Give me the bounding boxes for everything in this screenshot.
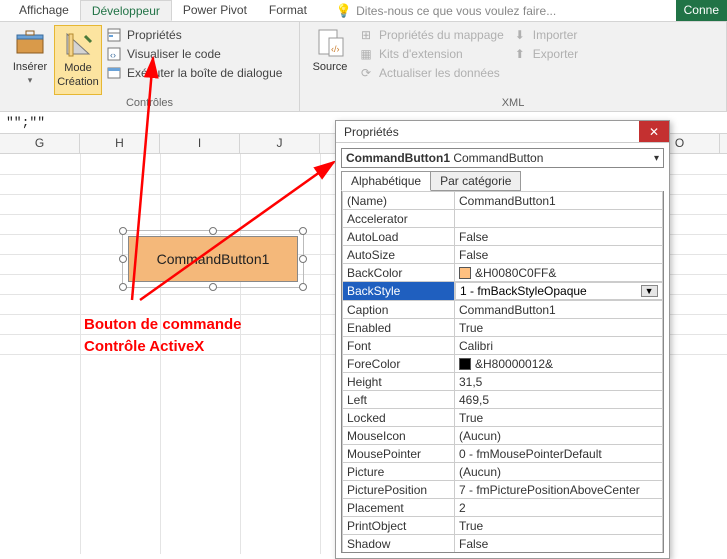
refresh-label: Actualiser les données xyxy=(379,66,500,80)
chevron-down-icon: ▾ xyxy=(654,153,659,164)
expansion-kits-button[interactable]: ▦ Kits d'extension xyxy=(358,46,504,62)
color-swatch xyxy=(459,267,471,279)
kits-icon: ▦ xyxy=(358,46,374,62)
prop-row: ShadowFalse xyxy=(343,535,663,553)
source-button[interactable]: ‹/› Source xyxy=(306,25,354,95)
prop-row: PrintObjectTrue xyxy=(343,517,663,535)
group-xml-label: XML xyxy=(306,95,720,109)
export-button[interactable]: ⬆ Exporter xyxy=(512,46,578,62)
xml-source-icon: ‹/› xyxy=(314,27,346,59)
tab-powerpivot[interactable]: Power Pivot xyxy=(172,0,258,21)
object-name: CommandButton1 xyxy=(346,151,450,165)
tell-me-search[interactable]: 💡 Dites-nous ce que vous voulez faire... xyxy=(336,0,556,21)
map-props-icon: ⊞ xyxy=(358,27,374,43)
tell-me-placeholder: Dites-nous ce que vous voulez faire... xyxy=(356,4,556,18)
prop-row: Placement2 xyxy=(343,499,663,517)
prop-row: BackColor&H0080C0FF& xyxy=(343,264,663,282)
property-tabs: Alphabétique Par catégorie xyxy=(341,171,664,191)
design-mode-button[interactable]: Mode Création xyxy=(54,25,102,95)
toolbox-icon xyxy=(14,27,46,59)
source-label: Source xyxy=(313,61,348,73)
prop-row: Accelerator xyxy=(343,210,663,228)
properties-icon xyxy=(106,27,122,43)
col-i[interactable]: I xyxy=(160,134,240,153)
prop-row: MousePointer0 - fmMousePointerDefault xyxy=(343,445,663,463)
property-grid[interactable]: (Name)CommandButton1 Accelerator AutoLoa… xyxy=(341,191,664,553)
design-label-2: Création xyxy=(57,76,99,88)
properties-title: Propriétés xyxy=(344,125,399,139)
import-button[interactable]: ⬇ Importer xyxy=(512,27,578,43)
ribbon-tabs: Affichage Développeur Power Pivot Format… xyxy=(0,0,727,22)
prop-row: LockedTrue xyxy=(343,409,663,427)
prop-row: AutoLoadFalse xyxy=(343,228,663,246)
prop-row: TakeFocusOnClickTrue xyxy=(343,553,663,554)
prop-row: Height31,5 xyxy=(343,373,663,391)
tab-alphabetical[interactable]: Alphabétique xyxy=(341,171,431,191)
properties-label: Propriétés xyxy=(127,28,182,42)
run-dialog-button[interactable]: Exécuter la boîte de dialogue xyxy=(106,65,282,81)
map-properties-button[interactable]: ⊞ Propriétés du mappage xyxy=(358,27,504,43)
prop-row: CaptionCommandButton1 xyxy=(343,301,663,319)
refresh-icon: ⟳ xyxy=(358,65,374,81)
export-label: Exporter xyxy=(533,47,578,61)
prop-row: PicturePosition7 - fmPicturePositionAbov… xyxy=(343,481,663,499)
dropdown-icon: ▾ xyxy=(28,75,33,86)
kits-label: Kits d'extension xyxy=(379,47,463,61)
tab-developer[interactable]: Développeur xyxy=(80,0,172,21)
dialog-icon xyxy=(106,65,122,81)
command-button-object[interactable]: CommandButton1 xyxy=(128,236,298,282)
run-dialog-label: Exécuter la boîte de dialogue xyxy=(127,66,282,80)
col-g[interactable]: G xyxy=(0,134,80,153)
group-controls-label: Contrôles xyxy=(6,95,293,109)
annotation-line1: Bouton de commande xyxy=(84,316,242,333)
annotation-line2: Contrôle ActiveX xyxy=(84,338,204,355)
code-icon: ‹› xyxy=(106,46,122,62)
sign-in-partial[interactable]: Conne xyxy=(676,0,727,21)
prop-row: Left469,5 xyxy=(343,391,663,409)
prop-row: MouseIcon(Aucun) xyxy=(343,427,663,445)
refresh-data-button[interactable]: ⟳ Actualiser les données xyxy=(358,65,504,81)
properties-titlebar[interactable]: Propriétés ✕ xyxy=(336,121,669,143)
svg-text:‹›: ‹› xyxy=(110,50,116,60)
object-class: CommandButton xyxy=(453,151,543,165)
import-label: Importer xyxy=(533,28,578,42)
properties-window[interactable]: Propriétés ✕ CommandButton1 CommandButto… xyxy=(335,120,670,559)
tab-categorical[interactable]: Par catégorie xyxy=(430,171,521,191)
insert-label: Insérer xyxy=(13,61,47,73)
ribbon: Insérer ▾ Mode Création Propriétés ‹› Vi… xyxy=(0,22,727,112)
dropdown-icon[interactable]: ▼ xyxy=(641,285,658,297)
insert-control-button[interactable]: Insérer ▾ xyxy=(6,25,54,95)
command-button-caption: CommandButton1 xyxy=(157,251,270,267)
color-swatch xyxy=(459,358,471,370)
import-icon: ⬇ xyxy=(512,27,528,43)
tab-format[interactable]: Format xyxy=(258,0,318,21)
properties-button[interactable]: Propriétés xyxy=(106,27,282,43)
close-icon: ✕ xyxy=(649,125,659,139)
design-label-1: Mode xyxy=(64,62,92,74)
col-j[interactable]: J xyxy=(240,134,320,153)
prop-row: EnabledTrue xyxy=(343,319,663,337)
tab-view[interactable]: Affichage xyxy=(8,0,80,21)
view-code-label: Visualiser le code xyxy=(127,47,221,61)
prop-row: ForeColor&H80000012& xyxy=(343,355,663,373)
prop-row-selected: BackStyle1 - fmBackStyleOpaque▼ xyxy=(343,282,663,301)
export-icon: ⬆ xyxy=(512,46,528,62)
object-selector[interactable]: CommandButton1 CommandButton ▾ xyxy=(341,148,664,168)
prop-row: (Name)CommandButton1 xyxy=(343,192,663,210)
map-props-label: Propriétés du mappage xyxy=(379,28,504,42)
col-h[interactable]: H xyxy=(80,134,160,153)
prop-row: Picture(Aucun) xyxy=(343,463,663,481)
close-button[interactable]: ✕ xyxy=(639,121,669,142)
svg-text:‹/›: ‹/› xyxy=(331,44,340,54)
prop-row: FontCalibri xyxy=(343,337,663,355)
bulb-icon: 💡 xyxy=(336,3,352,19)
prop-row: AutoSizeFalse xyxy=(343,246,663,264)
ruler-triangle-icon xyxy=(62,28,94,60)
view-code-button[interactable]: ‹› Visualiser le code xyxy=(106,46,282,62)
